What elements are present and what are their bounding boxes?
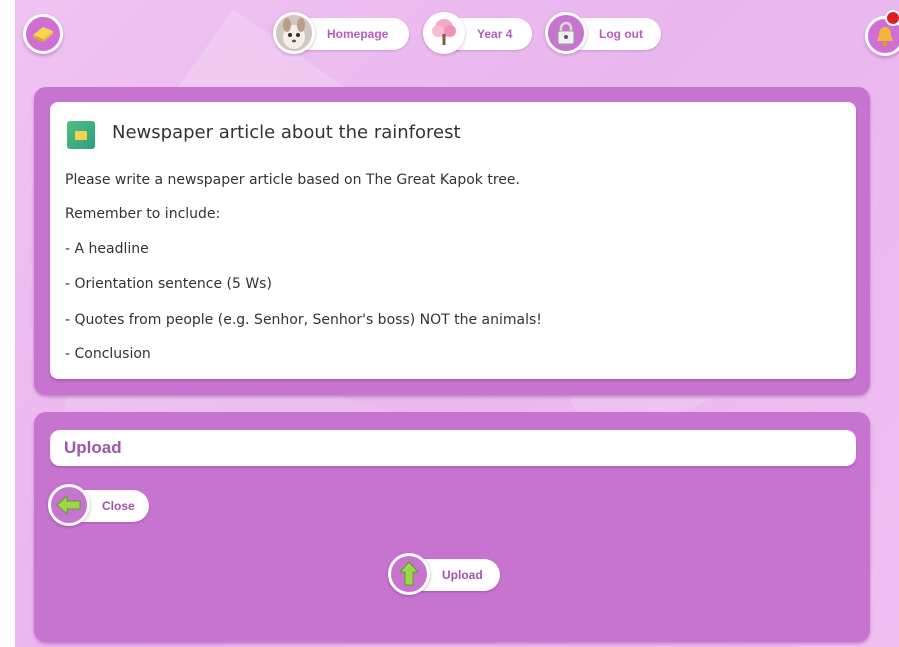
homepage-label: Homepage <box>327 27 389 41</box>
bell-icon <box>877 27 893 47</box>
year-badge <box>423 12 465 54</box>
task-checklist-item: - Quotes from people (e.g. Senhor, Senho… <box>65 312 542 328</box>
eraser-button[interactable] <box>23 14 63 54</box>
avatar-photo-icon <box>276 15 312 51</box>
arrow-up-icon <box>399 561 419 586</box>
task-instruction: Remember to include: <box>65 206 221 222</box>
pink-tree-icon <box>432 19 456 45</box>
close-button[interactable]: Close <box>48 484 149 526</box>
eraser-icon <box>33 27 53 42</box>
notification-badge <box>885 10 899 26</box>
logout-circle <box>545 12 587 54</box>
task-checklist-item: - Conclusion <box>65 346 151 362</box>
folder-icon <box>75 130 87 140</box>
task-checklist-item: - A headline <box>65 241 149 257</box>
task-card: Newspaper article about the rainforest P… <box>50 102 856 379</box>
log-out-button[interactable]: Log out <box>545 12 661 54</box>
homepage-button[interactable]: Homepage <box>273 12 409 54</box>
log-out-label: Log out <box>599 27 643 41</box>
close-label: Close <box>102 499 135 513</box>
task-icon <box>67 121 95 149</box>
close-circle <box>48 484 90 526</box>
upload-label: Upload <box>442 568 483 582</box>
avatar <box>273 12 315 54</box>
upload-header-label: Upload <box>64 438 122 457</box>
year-4-label: Year 4 <box>477 27 513 41</box>
padlock-icon <box>557 21 575 45</box>
upload-circle <box>388 553 430 595</box>
upload-header: Upload <box>50 430 856 466</box>
arrow-left-icon <box>56 495 81 515</box>
year-4-button[interactable]: Year 4 <box>423 12 532 54</box>
task-checklist-item: - Orientation sentence (5 Ws) <box>65 276 272 292</box>
task-title: Newspaper article about the rainforest <box>112 122 461 143</box>
task-instruction: Please write a newspaper article based o… <box>65 172 520 188</box>
upload-button[interactable]: Upload <box>388 553 500 595</box>
